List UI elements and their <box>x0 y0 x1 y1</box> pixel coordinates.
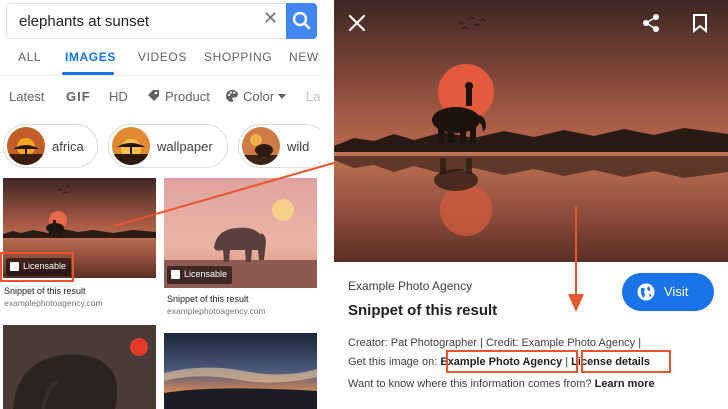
get-image-prefix: Get this image on: <box>348 356 438 368</box>
globe-icon <box>637 283 655 301</box>
annotation-arrow-down <box>568 206 584 312</box>
image-detail-panel: Example Photo Agency Snippet of this res… <box>334 0 728 409</box>
creator-credit: Creator: Pat Photographer | Credit: Exam… <box>348 337 642 349</box>
annotation-box <box>581 350 671 373</box>
info-line: Want to know where this information come… <box>348 378 655 390</box>
learn-more-link[interactable]: Learn more <box>595 378 655 390</box>
close-icon[interactable] <box>348 14 366 32</box>
result-title[interactable]: Snippet of this result <box>348 302 497 319</box>
bookmark-icon[interactable] <box>692 13 708 33</box>
share-icon[interactable] <box>642 13 660 33</box>
preview-image[interactable] <box>334 0 728 262</box>
info-prefix: Want to know where this information come… <box>348 378 592 390</box>
visit-label: Visit <box>664 284 689 299</box>
annotation-box <box>446 350 578 373</box>
source-agency: Example Photo Agency <box>348 279 473 293</box>
visit-button[interactable]: Visit <box>622 273 714 311</box>
